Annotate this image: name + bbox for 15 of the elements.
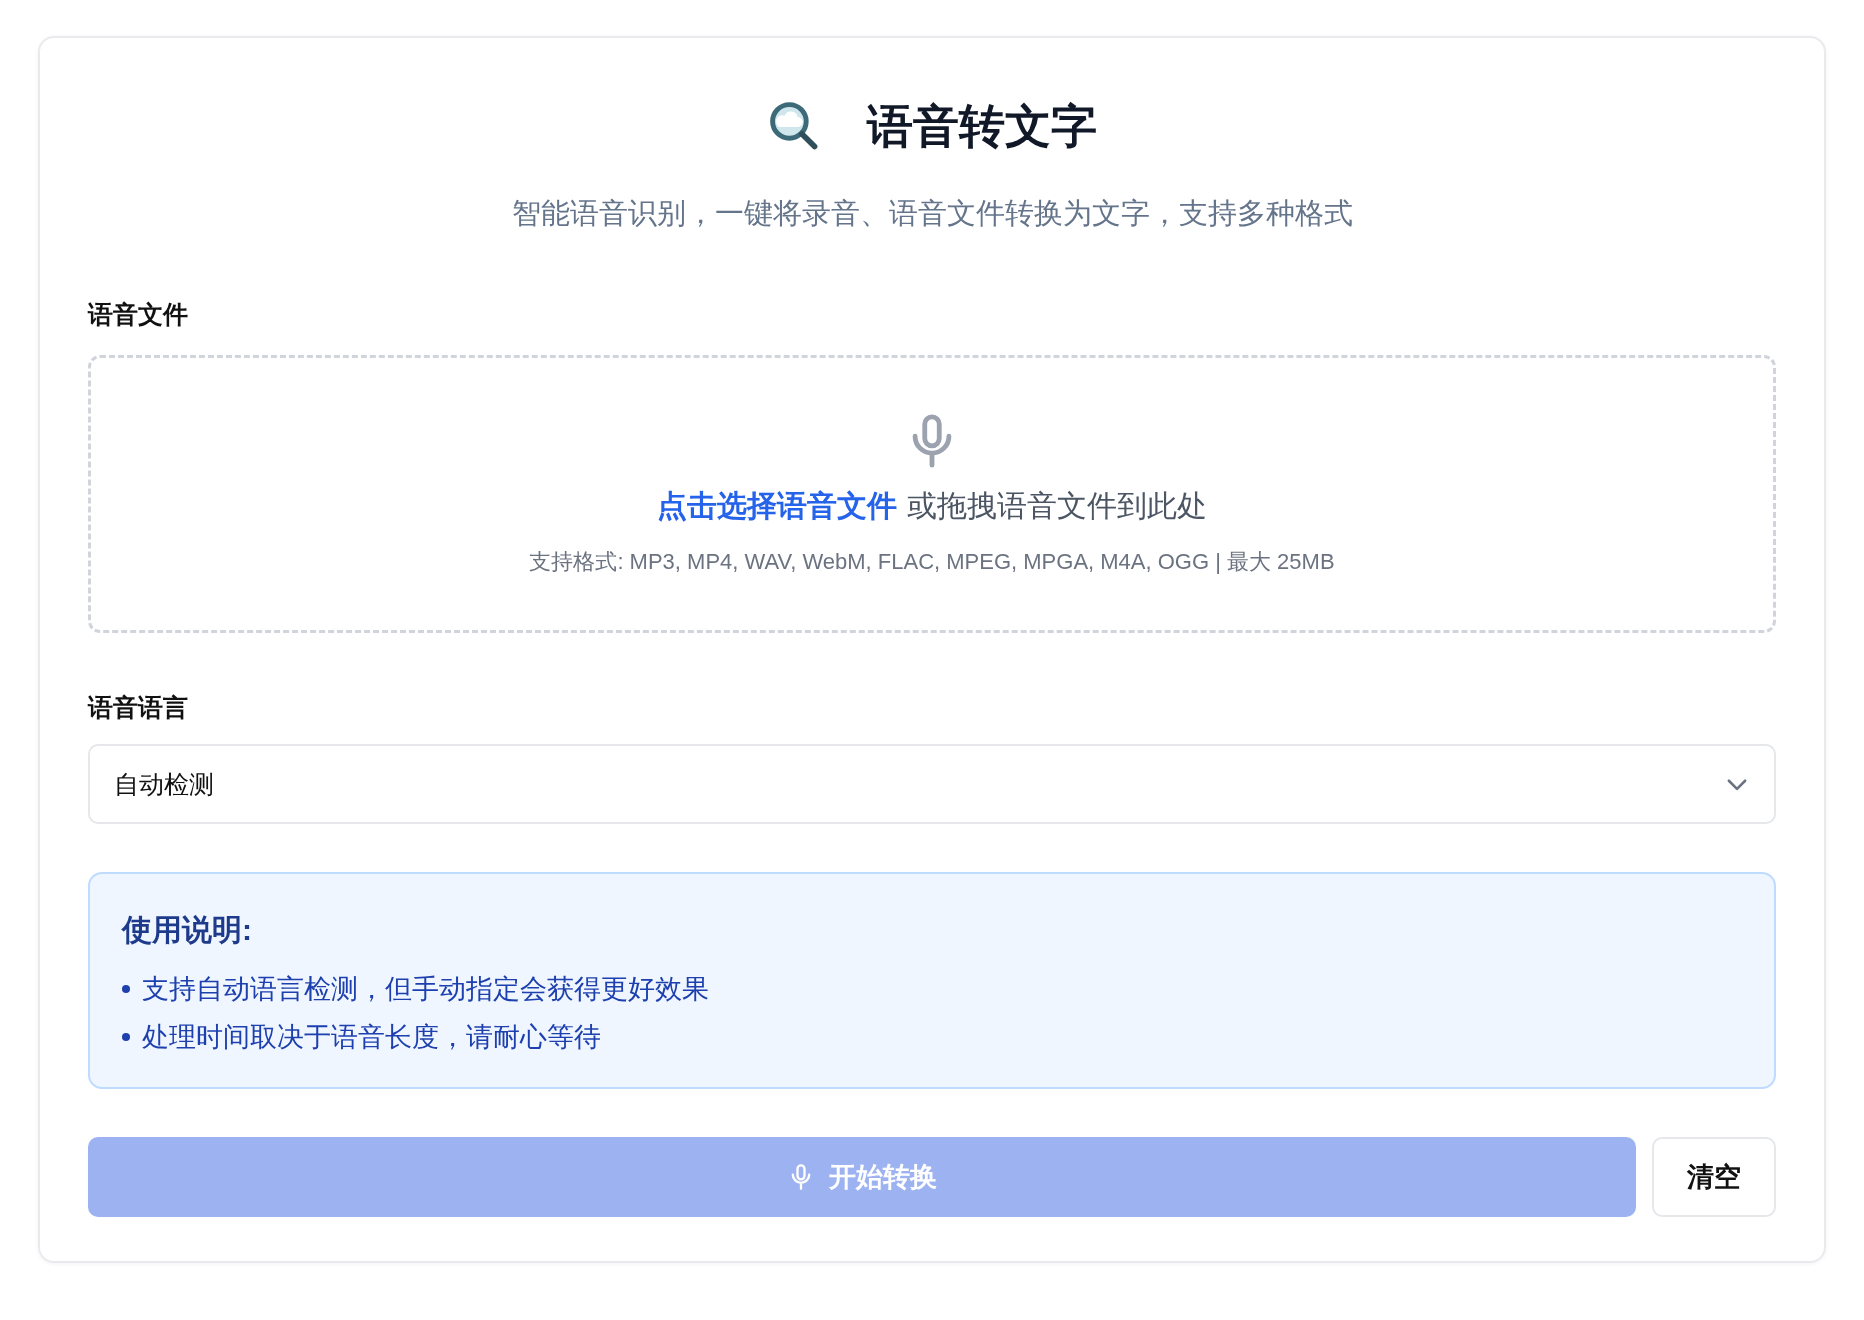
page-title: 语音转文字 [867,99,1097,154]
file-dropzone[interactable]: 点击选择语音文件 或拖拽语音文件到此处 支持格式: MP3, MP4, WAV, WebM, FLAC, MPEG, MPGA, M4A, OGG | 最大 25MB [88,355,1776,633]
page-subtitle: 智能语音识别，一键将录音、语音文件转换为文字，支持多种格式 [510,196,1354,231]
format-hint: 支持格式: MP3, MP4, WAV, WebM, FLAC, MPEG, MPGA, M4A, OGG | 最大 25MB [529,547,1335,576]
instruction-text: 处理时间取决于语音长度，请耐心等待 [142,1021,601,1054]
language-select[interactable]: 自动检测 [88,744,1776,824]
bullet-icon [122,1033,130,1041]
drop-hint: 或拖拽语音文件到此处 [907,487,1207,524]
field-label: 语音语言 [88,692,188,723]
instructions-title: 使用说明: [122,912,252,948]
clear-button[interactable]: 清空 [1652,1137,1776,1217]
instruction-text: 支持自动语言检测，但手动指定会获得更好效果 [142,973,709,1006]
bullet-icon [122,985,130,993]
select-file-link[interactable]: 点击选择语音文件 [657,485,897,527]
field-label: 语音文件 [88,299,188,330]
